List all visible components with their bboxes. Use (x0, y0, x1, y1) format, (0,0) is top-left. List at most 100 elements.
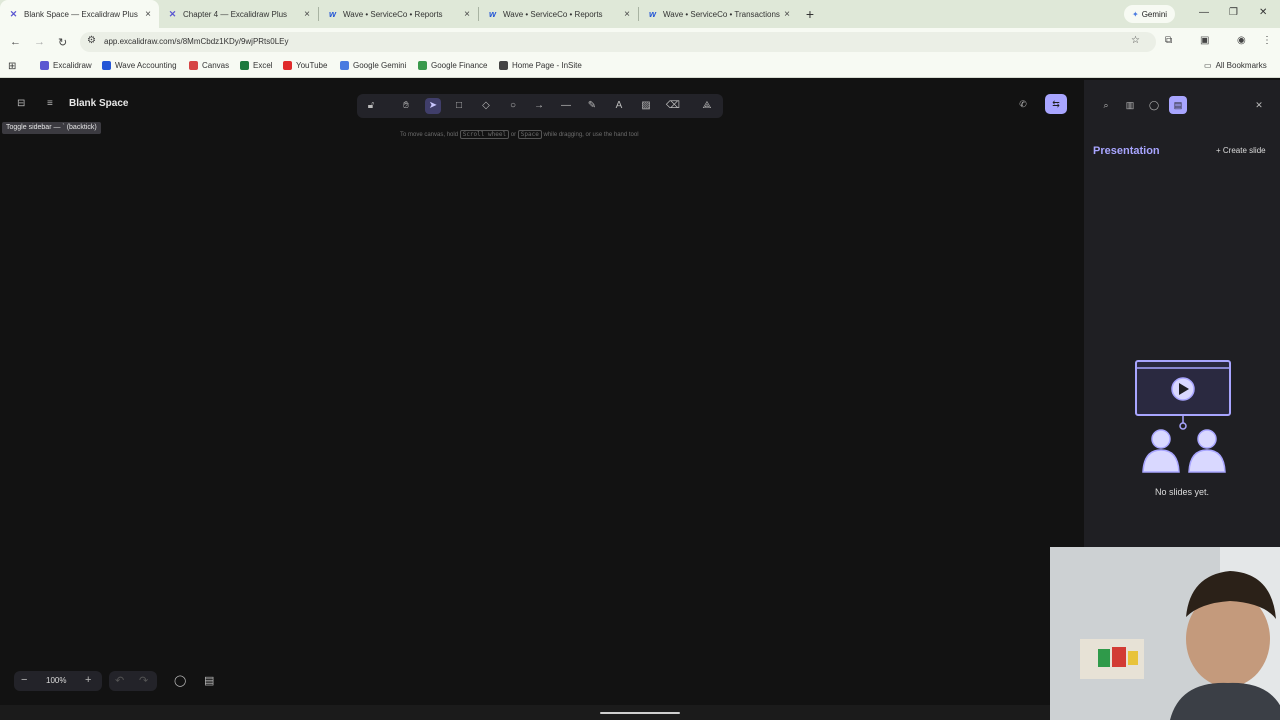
zoom-level[interactable]: 100% (46, 676, 66, 685)
gemini-icon (340, 61, 349, 70)
wave-icon: w (648, 9, 656, 19)
comment-icon[interactable]: ◯ (174, 674, 186, 687)
folder-icon: ▭ (1204, 61, 1212, 70)
bookmark-star-icon[interactable]: ☆ (1131, 35, 1140, 46)
gemini-icon: ✦ (1132, 9, 1139, 19)
minimize-icon[interactable]: — (1199, 7, 1209, 18)
webcam-overlay (1050, 547, 1280, 720)
scroll-indicator (600, 712, 680, 714)
forward-icon[interactable]: → (34, 36, 45, 48)
bookmark-wave-accounting[interactable]: Wave Accounting (102, 61, 177, 70)
presentation-illustration (1135, 360, 1231, 473)
sidebar-tooltip: Toggle sidebar — ` (backtick) (2, 122, 101, 134)
share-button[interactable]: ⇆ (1045, 94, 1067, 114)
pencil-tool-icon[interactable]: ✎ (584, 98, 600, 114)
site-info-icon[interactable]: ⚙ (87, 35, 96, 46)
library-icon[interactable]: ▥ (1121, 96, 1139, 114)
wave-icon (102, 61, 111, 70)
insite-icon (499, 61, 508, 70)
new-tab-button[interactable]: + (798, 6, 822, 22)
selection-tool-icon[interactable]: ➤ (425, 98, 441, 114)
no-slides-message: No slides yet. (1154, 487, 1210, 497)
tab-label: Wave • ServiceCo • Transactions (663, 9, 780, 19)
finance-icon (418, 61, 427, 70)
gemini-label: Gemini (1141, 9, 1168, 19)
canvas-icon (189, 61, 198, 70)
ellipse-tool-icon[interactable]: ○ (505, 98, 521, 114)
arrow-tool-icon[interactable]: → (531, 98, 547, 114)
excalidraw-icon (40, 61, 49, 70)
eraser-tool-icon[interactable]: ⌫ (665, 98, 681, 114)
youtube-icon (283, 61, 292, 70)
bookmark-youtube[interactable]: YouTube (283, 61, 327, 70)
close-icon[interactable]: × (304, 9, 310, 20)
taskbar (0, 705, 1050, 720)
excalidraw-icon: ✕ (168, 8, 177, 19)
bookmark-excel[interactable]: Excel (240, 61, 273, 70)
window-close-icon[interactable]: ✕ (1259, 7, 1267, 18)
drawing-canvas[interactable] (0, 80, 1084, 705)
excel-icon (240, 61, 249, 70)
panel-title: Presentation (1093, 145, 1160, 157)
close-panel-icon[interactable]: ✕ (1250, 96, 1268, 114)
redo-icon[interactable]: ↷ (139, 674, 148, 687)
tab-blank-space[interactable]: ✕ Blank Space — Excalidraw Plus × (0, 0, 159, 28)
canvas-hint: To move canvas, hold Scroll wheel or Spa… (400, 130, 639, 139)
back-icon[interactable]: ← (10, 36, 21, 48)
all-bookmarks[interactable]: ▭ All Bookmarks (1204, 61, 1267, 70)
gemini-button[interactable]: ✦ Gemini (1124, 5, 1176, 23)
hand-tool-icon[interactable]: ✋︎ (398, 98, 414, 114)
restore-icon[interactable]: ❐ (1229, 7, 1238, 18)
main-menu-icon[interactable]: ≡ (47, 98, 53, 109)
sidebar-toggle-icon[interactable]: ⊟ (17, 98, 25, 109)
close-icon[interactable]: × (145, 9, 151, 20)
sidepanel-icon[interactable]: ▣ (1200, 35, 1209, 46)
excalidraw-icon: ✕ (9, 8, 18, 19)
more-menu-icon[interactable]: ⋮ (1262, 35, 1272, 46)
apps-grid-icon[interactable]: ⊞ (8, 61, 16, 72)
text-tool-icon[interactable]: A (611, 98, 627, 114)
tab-wave-transactions[interactable]: w Wave • ServiceCo • Transactions × (639, 0, 798, 28)
search-icon[interactable]: ⌕ (1097, 96, 1115, 114)
image-tool-icon[interactable]: ▨ (638, 98, 654, 114)
diamond-tool-icon[interactable]: ◇ (478, 98, 494, 114)
extensions-icon[interactable]: ⧉ (1165, 35, 1172, 46)
zoom-out-button[interactable]: − (21, 674, 27, 686)
call-icon[interactable]: ✆ (1012, 94, 1034, 114)
bookmark-google-gemini[interactable]: Google Gemini (340, 61, 406, 70)
zoom-in-button[interactable]: + (85, 674, 91, 686)
lock-icon[interactable]: 🔓︎ (363, 98, 379, 114)
presentation-icon[interactable]: ▤ (204, 674, 214, 687)
line-tool-icon[interactable]: — (558, 98, 574, 114)
more-tools-icon[interactable]: ⟁ (699, 98, 715, 114)
document-title[interactable]: Blank Space (69, 98, 128, 109)
wave-icon: w (488, 9, 496, 19)
reload-icon[interactable]: ↻ (58, 36, 67, 49)
plus-icon: + (1216, 146, 1223, 155)
browser-tab-bar: ✕ Blank Space — Excalidraw Plus × ✕ Chap… (0, 0, 1280, 28)
close-icon[interactable]: × (464, 9, 470, 20)
wave-icon: w (328, 9, 336, 19)
tab-chapter-4[interactable]: ✕ Chapter 4 — Excalidraw Plus × (159, 0, 318, 28)
undo-icon[interactable]: ↶ (115, 674, 124, 687)
profile-icon[interactable]: ◉ (1237, 35, 1246, 46)
bookmark-excalidraw[interactable]: Excalidraw (40, 61, 92, 70)
rectangle-tool-icon[interactable]: □ (451, 98, 467, 114)
tab-label: Chapter 4 — Excalidraw Plus (183, 9, 288, 19)
presentation-tab-icon[interactable]: ▤ (1169, 96, 1187, 114)
bookmark-canvas[interactable]: Canvas (189, 61, 229, 70)
webcam-person-image (1050, 547, 1280, 720)
tab-wave-reports-1[interactable]: w Wave • ServiceCo • Reports × (319, 0, 478, 28)
bookmark-home-page-insite[interactable]: Home Page - InSite (499, 61, 582, 70)
tab-label: Wave • ServiceCo • Reports (503, 9, 603, 19)
create-slide-button[interactable]: + Create slide (1216, 146, 1266, 155)
tab-wave-reports-2[interactable]: w Wave • ServiceCo • Reports × (479, 0, 638, 28)
bookmark-google-finance[interactable]: Google Finance (418, 61, 487, 70)
tab-label: Blank Space — Excalidraw Plus (24, 9, 138, 19)
comments-icon[interactable]: ◯ (1145, 96, 1163, 114)
close-icon[interactable]: × (784, 9, 790, 20)
screen: ✕ Blank Space — Excalidraw Plus × ✕ Chap… (0, 0, 1280, 720)
close-icon[interactable]: × (624, 9, 630, 20)
tab-label: Wave • ServiceCo • Reports (343, 9, 443, 19)
url-text[interactable]: app.excalidraw.com/s/8MmCbdz1KDy/9wjPRts… (104, 37, 289, 46)
